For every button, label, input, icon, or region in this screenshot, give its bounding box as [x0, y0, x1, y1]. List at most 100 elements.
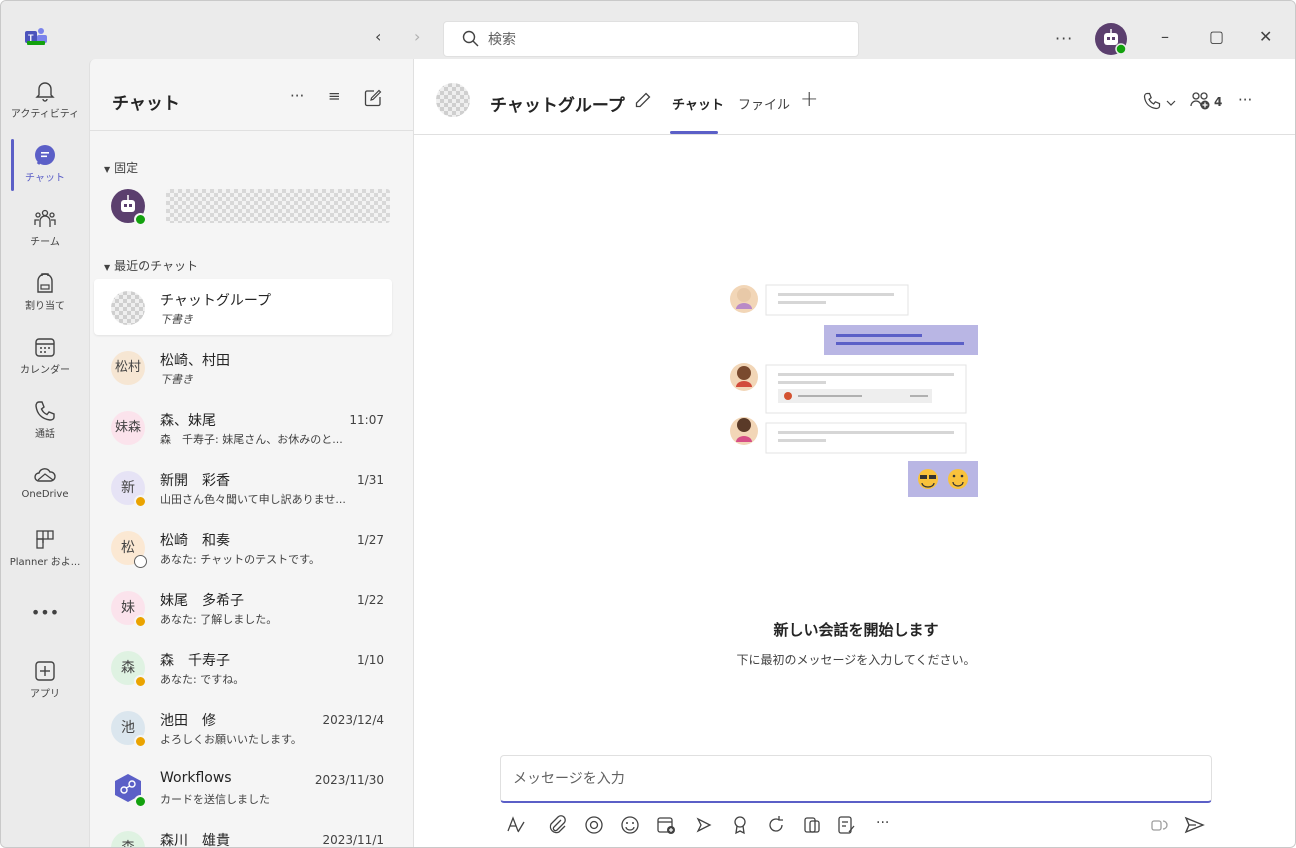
chat-timestamp: 11:07 — [349, 413, 384, 427]
loop-update-icon[interactable] — [764, 813, 788, 837]
loop-icon[interactable] — [582, 813, 606, 837]
chat-timestamp: 1/27 — [357, 533, 384, 547]
chat-timestamp: 1/10 — [357, 653, 384, 667]
caret-down-icon: ▼ — [104, 263, 111, 272]
chat-row[interactable]: Workflows カードを送信しました 2023/11/30 — [94, 759, 392, 815]
notes-icon[interactable] — [834, 813, 858, 837]
planner-icon — [36, 530, 54, 549]
chat-row[interactable]: 妹妹尾 多希子 あなた: 了解しました。 1/22 — [94, 579, 392, 635]
backpack-icon — [37, 273, 53, 293]
chat-row[interactable]: 妹森 森、妹尾森 千寿子: 妹尾さん、お休みのと... 11:07 — [94, 399, 392, 455]
send-forward-icon[interactable] — [692, 813, 716, 837]
bot-avatar-icon — [1104, 29, 1127, 55]
chat-row[interactable]: 松村 松崎、村田 下書き — [94, 339, 392, 395]
chat-row[interactable]: 池池田 修よろしくお願いいたします。 2023/12/4 — [94, 699, 392, 755]
teams-logo-icon[interactable]: T — [25, 27, 47, 45]
back-button[interactable]: ‹ — [375, 27, 381, 46]
chat-name: 松崎、村田 — [160, 353, 230, 369]
rail-item-activity[interactable]: アクティビティ — [1, 71, 89, 135]
add-tab-button[interactable]: + — [800, 87, 818, 112]
chat-preview: 山田さん色々聞いて申し訳ありませ... — [160, 493, 346, 506]
phone-icon — [35, 401, 55, 421]
active-tab-indicator — [670, 131, 718, 134]
forward-button[interactable]: › — [414, 27, 420, 46]
chat-avatar: 森 — [111, 831, 145, 847]
redacted-chat-name — [166, 189, 390, 223]
chat-icon — [35, 145, 55, 165]
rail-item-assignments[interactable]: 割り当て — [1, 263, 89, 327]
filter-button[interactable]: ≡ — [328, 87, 341, 105]
tab-chat[interactable]: チャット — [672, 94, 724, 113]
message-composer[interactable] — [500, 755, 1212, 803]
chevron-down-icon[interactable] — [1166, 99, 1176, 107]
chat-row[interactable]: 松松崎 和奏 あなた: チャットのテストです。 1/27 — [94, 519, 392, 575]
message-input[interactable] — [513, 768, 1193, 790]
chat-preview: 下書き — [160, 313, 193, 326]
search-icon — [462, 30, 479, 47]
more-tools-button[interactable]: ··· — [876, 815, 900, 839]
chat-row[interactable]: 森森 千寿子 あなた: ですね。 1/10 — [94, 639, 392, 695]
chat-preview: あなた: チャットのテストです。 — [160, 553, 320, 566]
chat-row[interactable]: 新新開 彩香 山田さん色々聞いて申し訳ありませ... 1/31 — [94, 459, 392, 515]
chat-list-title: チャット — [112, 94, 180, 114]
praise-icon[interactable] — [728, 813, 752, 837]
chat-preview: カードを送信しました — [160, 793, 270, 806]
status-away-icon — [134, 735, 147, 748]
emoji-icon[interactable] — [618, 813, 642, 837]
rail-item-more[interactable]: ••• — [1, 589, 89, 653]
profile-avatar[interactable] — [1095, 23, 1127, 55]
rail-item-chat[interactable]: チャット — [1, 135, 89, 199]
search-input[interactable] — [488, 28, 848, 52]
rail-item-calls[interactable]: 通話 — [1, 391, 89, 455]
rail-item-calendar[interactable]: カレンダー — [1, 327, 89, 391]
pencil-icon[interactable] — [634, 91, 652, 109]
tab-files[interactable]: ファイル — [738, 94, 790, 113]
chat-main-pane: チャットグループ チャット ファイル + 4 ··· 新しい会話を開始します 下… — [413, 59, 1295, 847]
recent-section-label[interactable]: ▼ 最近のチャット — [104, 257, 198, 274]
call-icon[interactable] — [1142, 91, 1162, 111]
rail-label: アプリ — [30, 689, 60, 700]
dictate-icon[interactable] — [1146, 813, 1170, 837]
chat-name: Workflows — [160, 770, 232, 786]
search-box[interactable] — [443, 21, 859, 57]
new-chat-icon[interactable] — [364, 89, 382, 107]
attach-icon[interactable] — [546, 813, 570, 837]
pinned-chat-row[interactable] — [94, 177, 392, 233]
rail-label: 通話 — [35, 429, 55, 440]
chat-row[interactable]: 森森川 雄貴あなた: 多要素認証は卒業生はまだ...2023/11/1 — [94, 819, 392, 847]
header-more-button[interactable]: ··· — [1238, 91, 1252, 109]
rail-item-onedrive[interactable]: OneDrive — [1, 455, 89, 519]
chat-timestamp: 2023/11/30 — [314, 773, 384, 787]
chat-header: チャットグループ チャット ファイル + 4 ··· — [414, 59, 1295, 135]
empty-state-title: 新しい会話を開始します — [773, 621, 939, 639]
participant-count[interactable]: 4 — [1214, 95, 1222, 109]
status-away-icon — [134, 675, 147, 688]
format-icon[interactable] — [504, 813, 528, 837]
chat-name: 森、妹尾 — [160, 413, 216, 429]
minimize-button[interactable]: – — [1161, 27, 1169, 46]
rail-label: チャット — [25, 173, 65, 184]
chat-name: 森 千寿子 — [160, 653, 230, 669]
chat-row[interactable]: チャットグループ 下書き — [94, 279, 392, 335]
send-icon[interactable] — [1182, 813, 1206, 837]
rail-item-apps[interactable]: アプリ — [1, 651, 89, 715]
app-rail: アクティビティ チャット チーム 割り当て カレンダー 通話 OneDrive — [1, 59, 89, 847]
chat-timestamp: 2023/12/4 — [322, 713, 384, 727]
chat-name: チャットグループ — [160, 293, 272, 309]
teams-window: T ‹ › ··· – ▢ ✕ — [0, 0, 1296, 848]
rail-item-teams[interactable]: チーム — [1, 199, 89, 263]
apps-copilot-icon[interactable] — [800, 813, 824, 837]
chat-avatar: 松村 — [111, 351, 145, 385]
group-avatar — [436, 83, 470, 117]
settings-more-button[interactable]: ··· — [1055, 29, 1073, 48]
rail-item-planner[interactable]: Planner およ... — [1, 519, 89, 583]
new-conversation-illustration — [730, 284, 978, 497]
chat-list-more-button[interactable]: ··· — [290, 87, 304, 105]
participants-icon[interactable] — [1190, 91, 1212, 111]
pinned-section-label[interactable]: ▼ 固定 — [104, 159, 138, 176]
schedule-meeting-icon[interactable] — [654, 813, 678, 837]
chat-list-panel: チャット ··· ≡ ▼ 固定 ▼ 最近のチャット チャットグループ 下書き 松… — [89, 59, 413, 847]
chat-list-header: チャット ··· ≡ — [90, 59, 413, 131]
maximize-button[interactable]: ▢ — [1209, 27, 1224, 46]
close-button[interactable]: ✕ — [1259, 27, 1272, 46]
